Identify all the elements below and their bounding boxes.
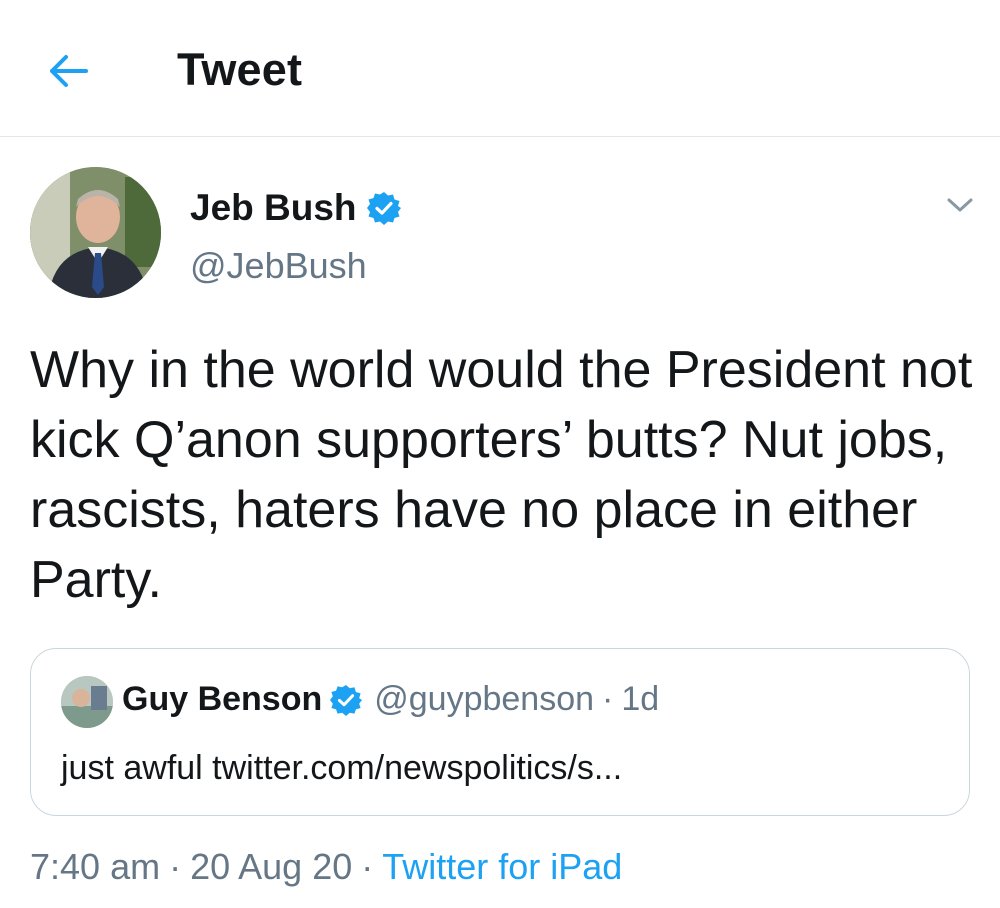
author-name-row: Jeb Bush <box>190 187 401 229</box>
quoted-text: just awful twitter.com/newspolitics/s... <box>61 749 623 787</box>
chevron-down-icon <box>947 198 973 212</box>
tweet-meta: 7:40 am · 20 Aug 20 · Twitter for iPad <box>30 846 622 888</box>
tweet-date: 20 Aug 20 <box>190 846 353 887</box>
verified-badge-icon <box>330 684 363 716</box>
page-title: Tweet <box>177 44 303 95</box>
quoted-author-handle: @guypbenson <box>374 680 595 718</box>
quoted-author-name: Guy Benson <box>122 680 323 718</box>
avatar[interactable] <box>30 167 161 298</box>
quoted-timestamp: 1d <box>621 680 660 718</box>
tweet-text: Why in the world would the President not… <box>30 341 973 609</box>
tweet-time: 7:40 am <box>30 846 161 887</box>
verified-badge-icon <box>366 191 401 225</box>
quoted-avatar <box>61 676 113 728</box>
quoted-tweet[interactable]: Guy Benson @guypbenson · 1d just awful t… <box>30 648 970 816</box>
tweet-author: Jeb Bush @JebBush <box>30 167 973 302</box>
quoted-header: Guy Benson @guypbenson · 1d <box>122 680 659 719</box>
arrow-left-icon <box>50 55 88 87</box>
separator-dot: · <box>361 846 374 887</box>
separator-dot: · <box>602 680 614 718</box>
author-name[interactable]: Jeb Bush <box>190 187 357 229</box>
tweet-source-link[interactable]: Twitter for iPad <box>382 846 622 887</box>
separator-dot: · <box>169 846 182 887</box>
author-handle[interactable]: @JebBush <box>190 245 367 287</box>
back-button[interactable] <box>40 46 96 96</box>
avatar-image <box>30 167 161 298</box>
more-options-button[interactable] <box>940 185 980 225</box>
top-bar: Tweet <box>0 0 1000 137</box>
